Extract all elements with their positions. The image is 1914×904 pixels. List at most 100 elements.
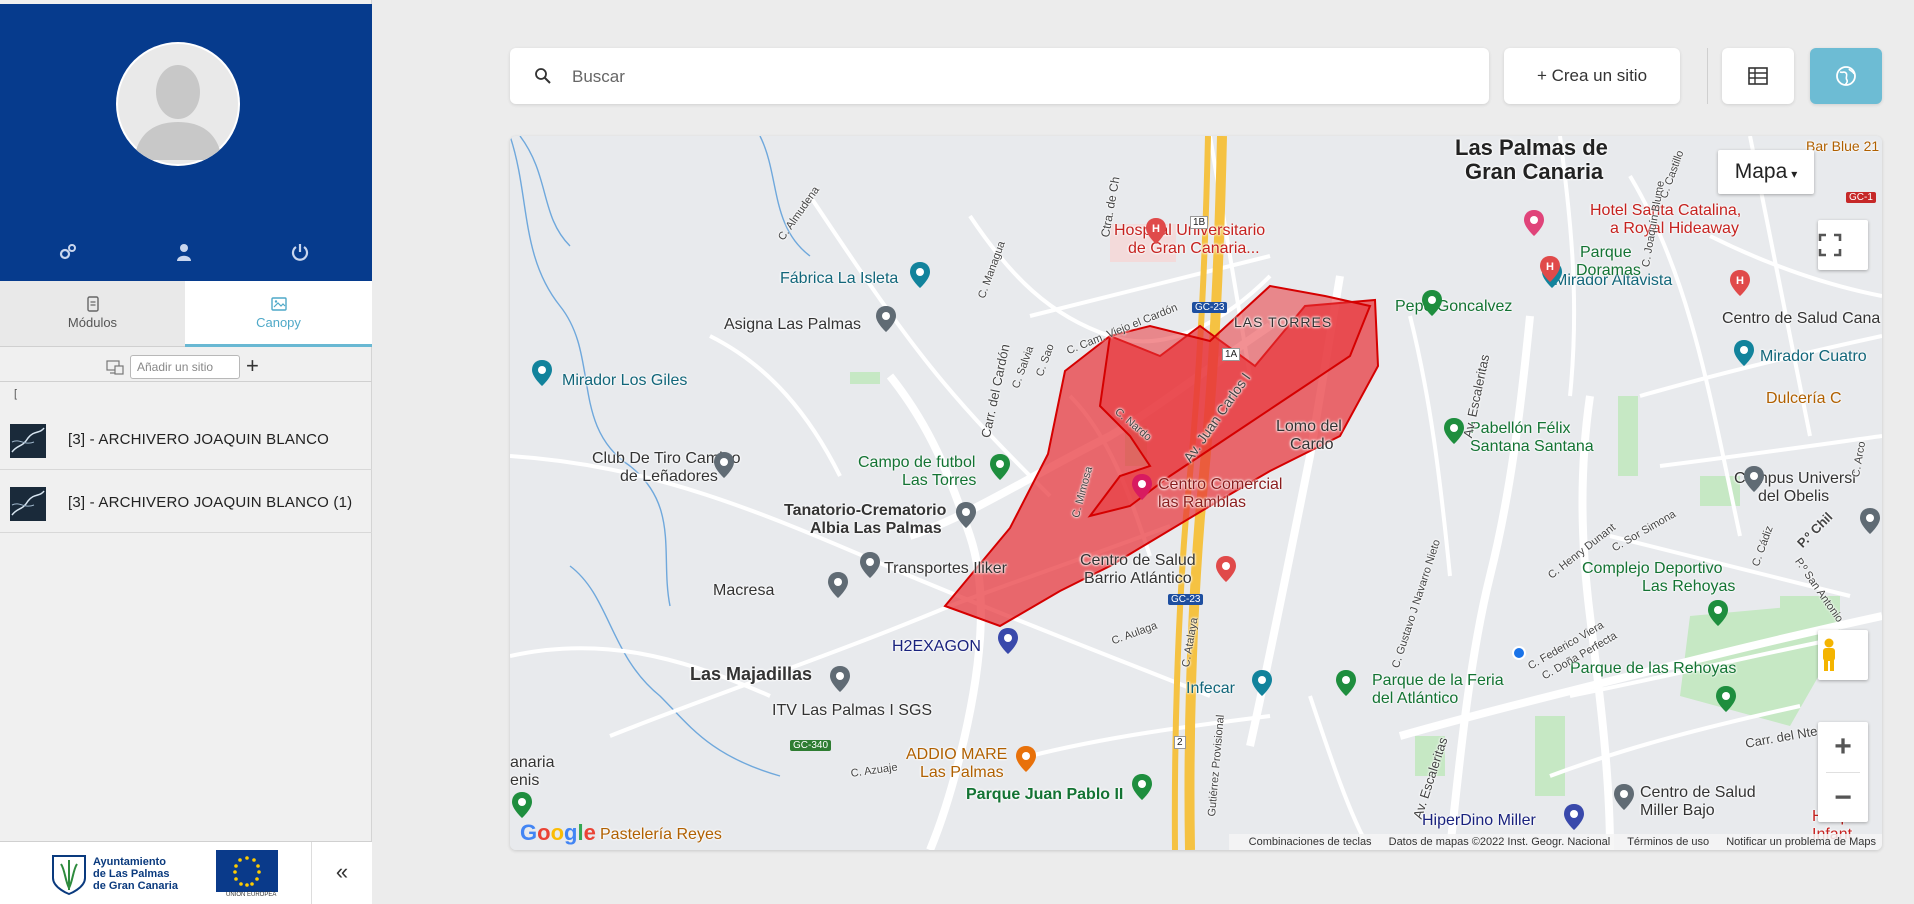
map-label-campus: del Obelis	[1758, 488, 1830, 505]
map-label-centro-comercial: Centro Comercial	[1158, 476, 1283, 493]
table-view-button[interactable]	[1722, 48, 1794, 104]
map-label-majadillas: Las Majadillas	[690, 664, 813, 684]
hospital-pin-icon[interactable]: H	[1540, 256, 1560, 282]
google-logo: Google	[520, 820, 596, 845]
map-label-lomo: Cardo	[1290, 436, 1334, 453]
map-label-mirador: Mirador Cuatro	[1760, 348, 1867, 365]
add-site-input[interactable]	[130, 355, 240, 379]
map-pin-icon[interactable]	[830, 666, 850, 692]
map-label-pepe: Pepe Goncalvez	[1395, 298, 1513, 315]
map-pin-icon[interactable]	[1016, 746, 1036, 772]
map-pin-icon[interactable]	[990, 454, 1010, 480]
eu-text: UNIÓN EUROPEA	[226, 892, 277, 898]
fullscreen-button[interactable]	[1818, 220, 1868, 270]
map-pin-icon[interactable]	[876, 306, 896, 332]
site-item[interactable]: [3] - ARCHIVERO JOAQUIN BLANCO (1)	[0, 471, 372, 533]
map-label-centro-miller: Miller Bajo	[1640, 802, 1715, 819]
svg-text:H: H	[1736, 275, 1744, 287]
map-pin-icon[interactable]	[910, 262, 930, 288]
tab-modulos[interactable]: Módulos	[0, 281, 185, 347]
search-input[interactable]	[570, 62, 1454, 92]
map-pin-icon[interactable]	[1336, 670, 1356, 696]
fullscreen-icon	[1818, 233, 1842, 257]
hospital-pin-icon[interactable]: H	[1146, 218, 1166, 244]
site-thumbnail-icon	[10, 487, 46, 521]
svg-text:H: H	[1152, 223, 1160, 235]
map-label-complejo: Complejo Deportivo	[1582, 560, 1723, 577]
map-label-itv: ITV Las Palmas I SGS	[772, 702, 933, 719]
map-pin-icon[interactable]	[1216, 556, 1236, 582]
map-pin-icon[interactable]	[1716, 686, 1736, 712]
zoom-in-button[interactable]: +	[1818, 722, 1868, 772]
map-label-dulceria: Dulcería C	[1766, 390, 1842, 407]
map-pin-icon[interactable]	[956, 502, 976, 528]
collapse-sidebar-button[interactable]: «	[311, 842, 372, 904]
monitor-icon	[106, 360, 124, 375]
street-view-button[interactable]	[1818, 630, 1868, 680]
avatar	[116, 42, 240, 166]
map-label-parque-rehoyas: Parque de las Rehoyas	[1570, 660, 1737, 677]
map-label-hotel: Hotel Santa Catalina,	[1590, 202, 1742, 219]
map-pin-icon[interactable]	[1422, 290, 1442, 316]
map-data-text: Datos de mapas ©2022 Inst. Geogr. Nacion…	[1388, 836, 1611, 848]
user-icon[interactable]	[172, 242, 196, 266]
keyboard-shortcuts-link[interactable]: Combinaciones de teclas	[1249, 836, 1372, 848]
globe-icon	[1836, 66, 1856, 86]
site-item[interactable]: [3] - ARCHIVERO JOAQUIN BLANCO	[0, 408, 372, 470]
map-label-pabellon: Santana Santana	[1470, 438, 1594, 455]
map-pin-icon[interactable]	[1444, 418, 1464, 444]
map-pin-icon[interactable]	[1132, 774, 1152, 800]
tab-canopy[interactable]: Canopy	[185, 281, 372, 347]
map-label-canaria: anaria	[510, 754, 555, 771]
map-pin-icon[interactable]	[532, 360, 552, 386]
report-problem-link[interactable]: Notificar un problema de Maps	[1726, 836, 1876, 848]
road-badge: 1A	[1222, 348, 1241, 361]
location-dot	[1512, 646, 1526, 660]
map-label-centro-salud: Centro de Salud	[1080, 552, 1196, 569]
map-pin-icon[interactable]	[1614, 784, 1634, 810]
map-pin-icon[interactable]	[1708, 600, 1728, 626]
search-icon	[535, 68, 551, 84]
search-box	[510, 48, 1489, 104]
map-view-button[interactable]	[1810, 48, 1882, 104]
site-item-label: [3] - ARCHIVERO JOAQUIN BLANCO (1)	[68, 494, 353, 511]
map-pin-icon[interactable]	[1734, 340, 1754, 366]
tab-modulos-label: Módulos	[67, 315, 118, 330]
map-label-hiperdino: HiperDino Miller	[1422, 812, 1536, 829]
map-label-campo: Las Torres	[902, 472, 977, 489]
map-label-centro-miller: Centro de Salud	[1640, 784, 1756, 801]
map-label-complejo: Las Rehoyas	[1642, 578, 1736, 595]
gears-icon[interactable]	[56, 242, 80, 266]
map-label-parque-juan: Parque Juan Pablo II	[966, 786, 1124, 803]
map-pin-icon[interactable]	[1564, 804, 1584, 830]
map-label-asigna: Asigna Las Palmas	[724, 316, 861, 333]
map-view[interactable]: Las Palmas de Gran Canaria Hospital Univ…	[510, 136, 1882, 850]
add-site-button[interactable]: +	[246, 353, 259, 379]
map-label-parque: Doramas	[1576, 262, 1641, 279]
map-label-transportes: Transportes Iliker	[884, 560, 1007, 577]
terms-link[interactable]: Términos de uso	[1627, 836, 1709, 848]
sidebar-footer: Ayuntamiento de Las Palmas de Gran Canar…	[0, 841, 372, 904]
map-pin-icon[interactable]	[828, 572, 848, 598]
table-icon	[1748, 67, 1768, 85]
zoom-out-button[interactable]: −	[1818, 773, 1868, 822]
map-label-centro-salud: Barrio Atlántico	[1084, 570, 1192, 587]
create-site-button[interactable]: + Crea un sitio	[1504, 48, 1680, 104]
map-attribution: Combinaciones de teclas Datos de mapas ©…	[1228, 834, 1882, 850]
map-pin-icon[interactable]	[1860, 508, 1880, 534]
map-pin-icon[interactable]	[1744, 466, 1764, 492]
sidebar-tabs: Módulos Canopy	[0, 281, 372, 347]
map-pin-icon[interactable]	[714, 452, 734, 478]
svg-text:H: H	[1546, 261, 1554, 273]
map-label-city: Gran Canaria	[1465, 159, 1604, 184]
map-pin-icon[interactable]	[1252, 670, 1272, 696]
map-label-fabrica: Fábrica La Isleta	[780, 270, 899, 287]
map-pin-icon[interactable]	[860, 552, 880, 578]
hospital-pin-icon[interactable]: H	[1730, 270, 1750, 296]
map-pin-icon[interactable]	[512, 792, 532, 818]
map-pin-icon[interactable]	[998, 628, 1018, 654]
power-icon[interactable]	[288, 242, 312, 266]
map-pin-icon[interactable]	[1132, 474, 1152, 500]
hotel-pin-icon[interactable]	[1524, 210, 1544, 236]
map-type-button[interactable]: Mapa ▾	[1718, 150, 1814, 194]
